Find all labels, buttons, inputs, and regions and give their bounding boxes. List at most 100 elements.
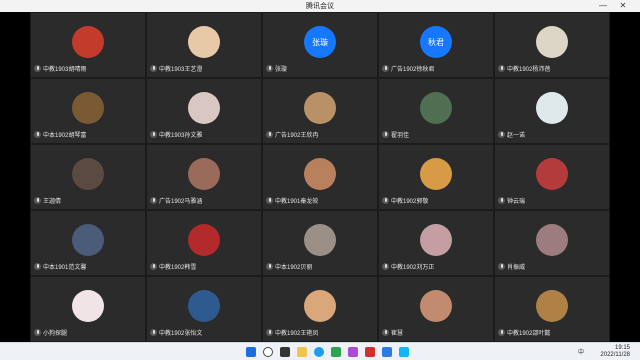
participant-tile[interactable]: 赵一诺 bbox=[494, 78, 610, 144]
participant-nameplate: 广告1902徐秋君 bbox=[382, 64, 434, 73]
girl-photo-avatar bbox=[536, 224, 568, 256]
participant-tile[interactable]: 中本1902胡琴富 bbox=[30, 78, 146, 144]
doll-avatar bbox=[304, 92, 336, 124]
participant-name: 中本1902贝丽 bbox=[275, 265, 313, 271]
microphone-icon bbox=[150, 65, 157, 72]
participant-name: 中教1902邵叶懿 bbox=[507, 331, 551, 337]
participant-tile[interactable]: 广告1902马雅涵 bbox=[146, 144, 262, 210]
task-view-icon[interactable] bbox=[280, 347, 290, 357]
participant-nameplate: 王迦倩 bbox=[34, 196, 61, 205]
participant-tile[interactable]: 中教1903王艺澄 bbox=[146, 12, 262, 78]
participant-nameplate: 中教1903孙文雅 bbox=[150, 130, 202, 139]
participant-name: 小狗探腿 bbox=[43, 331, 68, 337]
microphone-icon bbox=[498, 197, 505, 204]
participant-nameplate: 中教1903胡晴雨 bbox=[34, 64, 86, 73]
participant-tile[interactable]: 张璇 张璇 bbox=[262, 12, 378, 78]
microphone-icon bbox=[34, 65, 41, 72]
girl-photo-avatar bbox=[72, 158, 104, 190]
clock-date: 2022/11/28 bbox=[600, 352, 630, 358]
microphone-icon bbox=[498, 263, 505, 270]
participant-nameplate: 中教1901秦龙皎 bbox=[266, 196, 318, 205]
music-note-avatar bbox=[536, 92, 568, 124]
participant-nameplate: 中本1902贝丽 bbox=[266, 262, 312, 271]
search-icon[interactable] bbox=[263, 347, 273, 357]
participant-tile[interactable]: 中教1902王艳凤 bbox=[262, 276, 378, 342]
participant-tile[interactable]: 中本1902贝丽 bbox=[262, 210, 378, 276]
participant-nameplate: 中本1902胡琴富 bbox=[34, 130, 86, 139]
participant-name: 中教1901秦龙皎 bbox=[275, 199, 319, 205]
mail-icon[interactable] bbox=[382, 347, 392, 357]
chat-icon[interactable] bbox=[331, 347, 341, 357]
participant-name: 中教1902王艳凤 bbox=[275, 331, 319, 337]
store-icon[interactable] bbox=[348, 347, 358, 357]
participant-name: 广告1902马雅涵 bbox=[159, 199, 203, 205]
participant-tile[interactable]: 秋君 广告1902徐秋君 bbox=[378, 12, 494, 78]
participant-nameplate: 小狗探腿 bbox=[34, 328, 67, 337]
participant-tile[interactable]: 翟羽佳 bbox=[378, 78, 494, 144]
clock[interactable]: 19:15 2022/11/28 bbox=[600, 345, 630, 359]
participant-name: 崔慧 bbox=[391, 331, 404, 337]
microphone-icon bbox=[34, 263, 41, 270]
participant-name: 肖振威 bbox=[507, 265, 526, 271]
participant-tile[interactable]: 中教1902邵叶懿 bbox=[494, 276, 610, 342]
participant-name: 广告1902徐秋君 bbox=[391, 67, 435, 73]
participant-nameplate: 翟羽佳 bbox=[382, 130, 409, 139]
participant-tile[interactable]: 王迦倩 bbox=[30, 144, 146, 210]
minimize-button[interactable]: — bbox=[596, 0, 610, 12]
participant-tile[interactable]: 中教1902杨沛蓓 bbox=[494, 12, 610, 78]
participant-tile[interactable]: 中教1901秦龙皎 bbox=[262, 144, 378, 210]
microphone-icon bbox=[498, 131, 505, 138]
blank-avatar bbox=[188, 92, 220, 124]
boy-photo-avatar bbox=[188, 290, 220, 322]
participant-name: 翟羽佳 bbox=[391, 133, 410, 139]
participant-tile[interactable]: 中教1902张怡文 bbox=[146, 276, 262, 342]
participant-name: 中教1903胡晴雨 bbox=[43, 67, 87, 73]
participant-tile[interactable]: 小狗探腿 bbox=[30, 276, 146, 342]
participant-nameplate: 中教1902张怡文 bbox=[150, 328, 202, 337]
microphone-icon bbox=[382, 65, 389, 72]
participant-nameplate: 广告1902马雅涵 bbox=[150, 196, 202, 205]
meeting-icon[interactable] bbox=[399, 347, 409, 357]
girl-photo-avatar bbox=[72, 224, 104, 256]
participant-nameplate: 广告1902王欣冉 bbox=[266, 130, 318, 139]
browser-icon[interactable] bbox=[314, 347, 324, 357]
girl-photo-avatar bbox=[188, 158, 220, 190]
participant-nameplate: 中本1901范文馨 bbox=[34, 262, 86, 271]
participant-name: 中本1901范文馨 bbox=[43, 265, 87, 271]
girl-photo-avatar bbox=[304, 158, 336, 190]
participant-nameplate: 中教1902杨沛蓓 bbox=[498, 64, 550, 73]
participant-nameplate: 张璇 bbox=[266, 64, 287, 73]
participant-tile[interactable]: 崔慧 bbox=[378, 276, 494, 342]
explorer-icon[interactable] bbox=[297, 347, 307, 357]
window-titlebar: 腾讯会议 — ✕ bbox=[0, 0, 640, 12]
window-title: 腾讯会议 bbox=[306, 3, 334, 10]
microphone-icon bbox=[266, 197, 273, 204]
participant-tile[interactable]: 中教1902韩雪 bbox=[146, 210, 262, 276]
girl-photo-avatar bbox=[188, 224, 220, 256]
microphone-icon bbox=[498, 65, 505, 72]
wps-icon[interactable] bbox=[365, 347, 375, 357]
close-button[interactable]: ✕ bbox=[616, 0, 630, 12]
participant-tile[interactable]: 中教1903胡晴雨 bbox=[30, 12, 146, 78]
girl-photo-avatar bbox=[420, 158, 452, 190]
microphone-icon bbox=[150, 263, 157, 270]
microphone-icon bbox=[34, 131, 41, 138]
microphone-icon bbox=[266, 65, 273, 72]
participant-tile[interactable]: 中本1901范文馨 bbox=[30, 210, 146, 276]
participant-name: 中教1903孙文雅 bbox=[159, 133, 203, 139]
participant-tile[interactable]: 中教1903孙文雅 bbox=[146, 78, 262, 144]
participant-name: 广告1902王欣冉 bbox=[275, 133, 319, 139]
participant-tile[interactable]: 钟云瑞 bbox=[494, 144, 610, 210]
windows-icon[interactable] bbox=[246, 347, 256, 357]
microphone-icon bbox=[34, 197, 41, 204]
participant-nameplate: 中教1902郭敬 bbox=[382, 196, 428, 205]
microphone-icon bbox=[382, 263, 389, 270]
microphone-icon bbox=[150, 329, 157, 336]
ime-indicator[interactable]: 中 bbox=[578, 347, 584, 356]
participant-tile[interactable]: 广告1902王欣冉 bbox=[262, 78, 378, 144]
participant-tile[interactable]: 中教1902刘万正 bbox=[378, 210, 494, 276]
participant-tile[interactable]: 肖振威 bbox=[494, 210, 610, 276]
microphone-icon bbox=[382, 329, 389, 336]
participant-tile[interactable]: 中教1902郭敬 bbox=[378, 144, 494, 210]
participant-name: 张璇 bbox=[275, 67, 288, 73]
